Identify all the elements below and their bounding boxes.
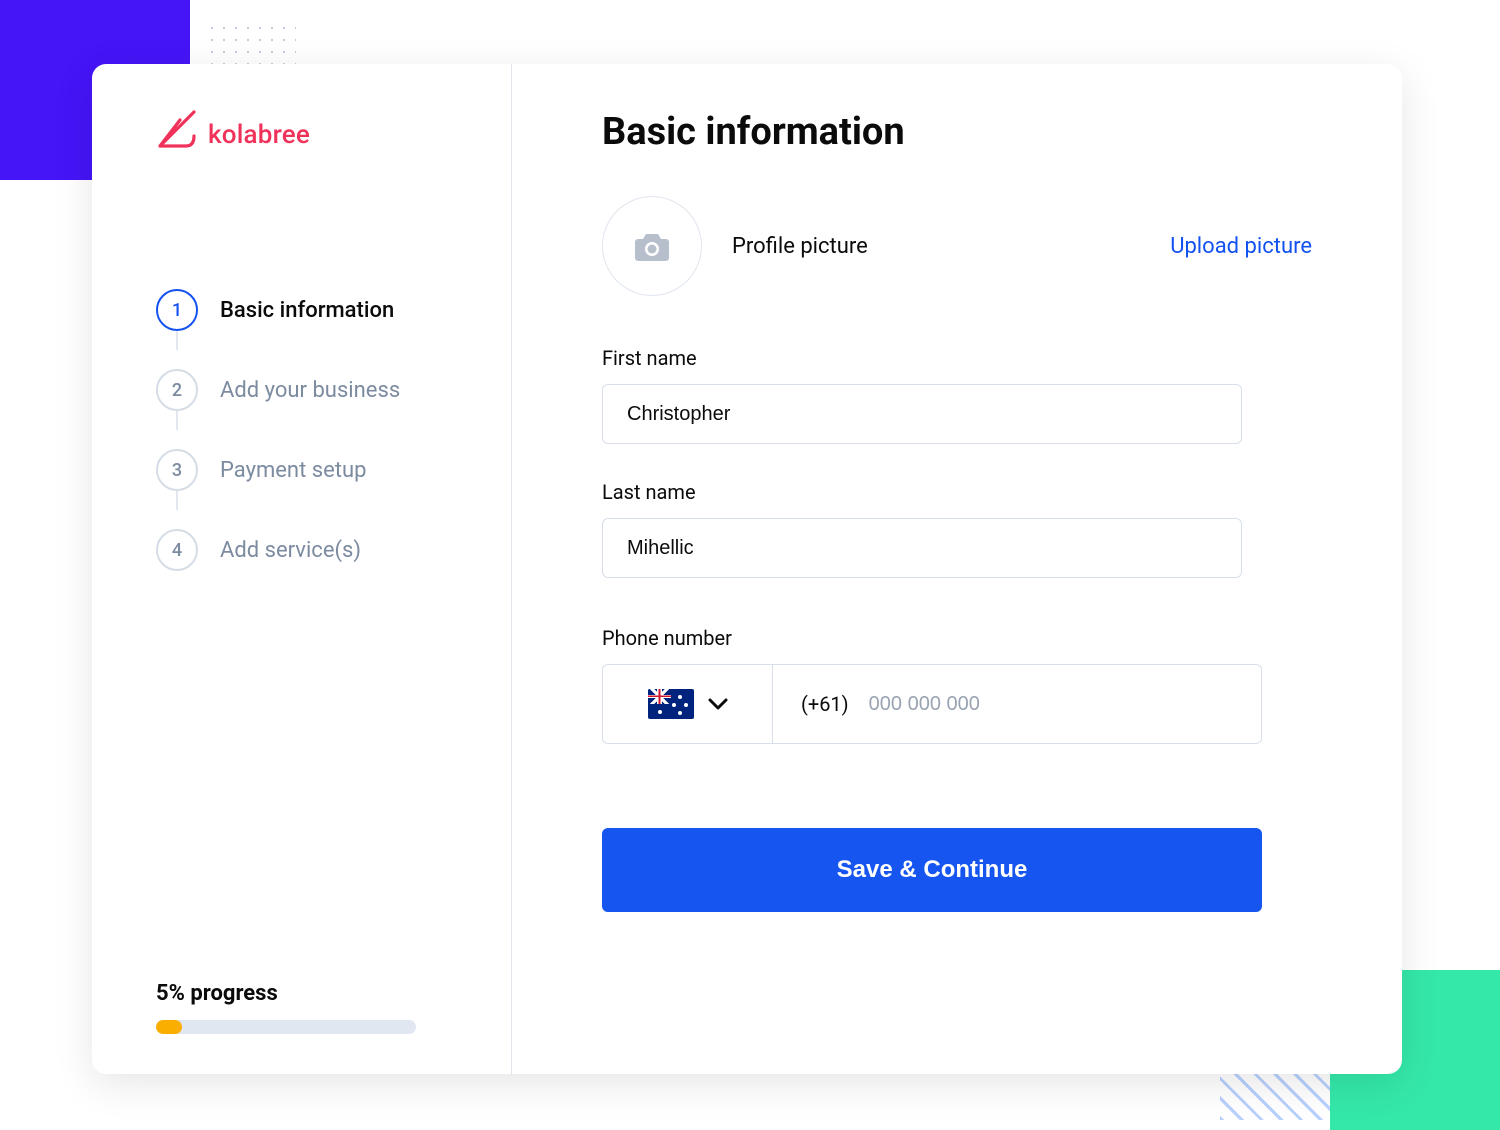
progress-bar bbox=[156, 1020, 416, 1034]
first-name-input[interactable] bbox=[602, 384, 1242, 444]
last-name-input[interactable] bbox=[602, 518, 1242, 578]
sidebar: kolabree 1 Basic information 2 Add your … bbox=[92, 64, 512, 1074]
upload-picture-link[interactable]: Upload picture bbox=[1170, 234, 1312, 259]
step-number: 2 bbox=[156, 369, 198, 411]
australia-flag-icon bbox=[648, 689, 694, 719]
step-number: 1 bbox=[156, 289, 198, 331]
camera-icon bbox=[632, 229, 672, 263]
profile-picture-row: Profile picture Upload picture bbox=[602, 196, 1312, 296]
progress-block: 5% progress bbox=[156, 981, 447, 1034]
step-label: Basic information bbox=[220, 298, 394, 323]
step-basic-information[interactable]: 1 Basic information bbox=[156, 270, 447, 350]
step-label: Payment setup bbox=[220, 458, 366, 483]
last-name-field: Last name bbox=[602, 480, 1312, 578]
kolabree-logo-icon bbox=[156, 106, 200, 150]
last-name-label: Last name bbox=[602, 480, 1312, 504]
step-add-services[interactable]: 4 Add service(s) bbox=[156, 510, 447, 590]
step-label: Add your business bbox=[220, 378, 400, 403]
phone-number-input[interactable] bbox=[869, 693, 1233, 716]
save-continue-button[interactable]: Save & Continue bbox=[602, 828, 1262, 912]
step-payment-setup[interactable]: 3 Payment setup bbox=[156, 430, 447, 510]
first-name-label: First name bbox=[602, 346, 1312, 370]
chevron-down-icon bbox=[708, 698, 728, 710]
country-code-select[interactable] bbox=[603, 665, 773, 743]
first-name-field: First name bbox=[602, 346, 1312, 444]
step-list: 1 Basic information 2 Add your business … bbox=[156, 270, 447, 590]
step-add-your-business[interactable]: 2 Add your business bbox=[156, 350, 447, 430]
brand-name: kolabree bbox=[208, 120, 310, 150]
main-panel: Basic information Profile picture Upload… bbox=[512, 64, 1402, 1074]
phone-input-group: (+61) bbox=[602, 664, 1262, 744]
progress-label: 5% progress bbox=[156, 981, 447, 1006]
phone-field: Phone number (+61) bbox=[602, 626, 1312, 744]
dial-code: (+61) bbox=[801, 692, 849, 716]
page-title: Basic information bbox=[602, 110, 1312, 154]
avatar-placeholder[interactable] bbox=[602, 196, 702, 296]
phone-label: Phone number bbox=[602, 626, 1312, 650]
profile-picture-label: Profile picture bbox=[732, 234, 868, 259]
onboarding-card: kolabree 1 Basic information 2 Add your … bbox=[92, 64, 1402, 1074]
step-number: 4 bbox=[156, 529, 198, 571]
brand-logo: kolabree bbox=[156, 106, 447, 150]
progress-fill bbox=[156, 1020, 182, 1034]
step-number: 3 bbox=[156, 449, 198, 491]
step-label: Add service(s) bbox=[220, 538, 361, 563]
